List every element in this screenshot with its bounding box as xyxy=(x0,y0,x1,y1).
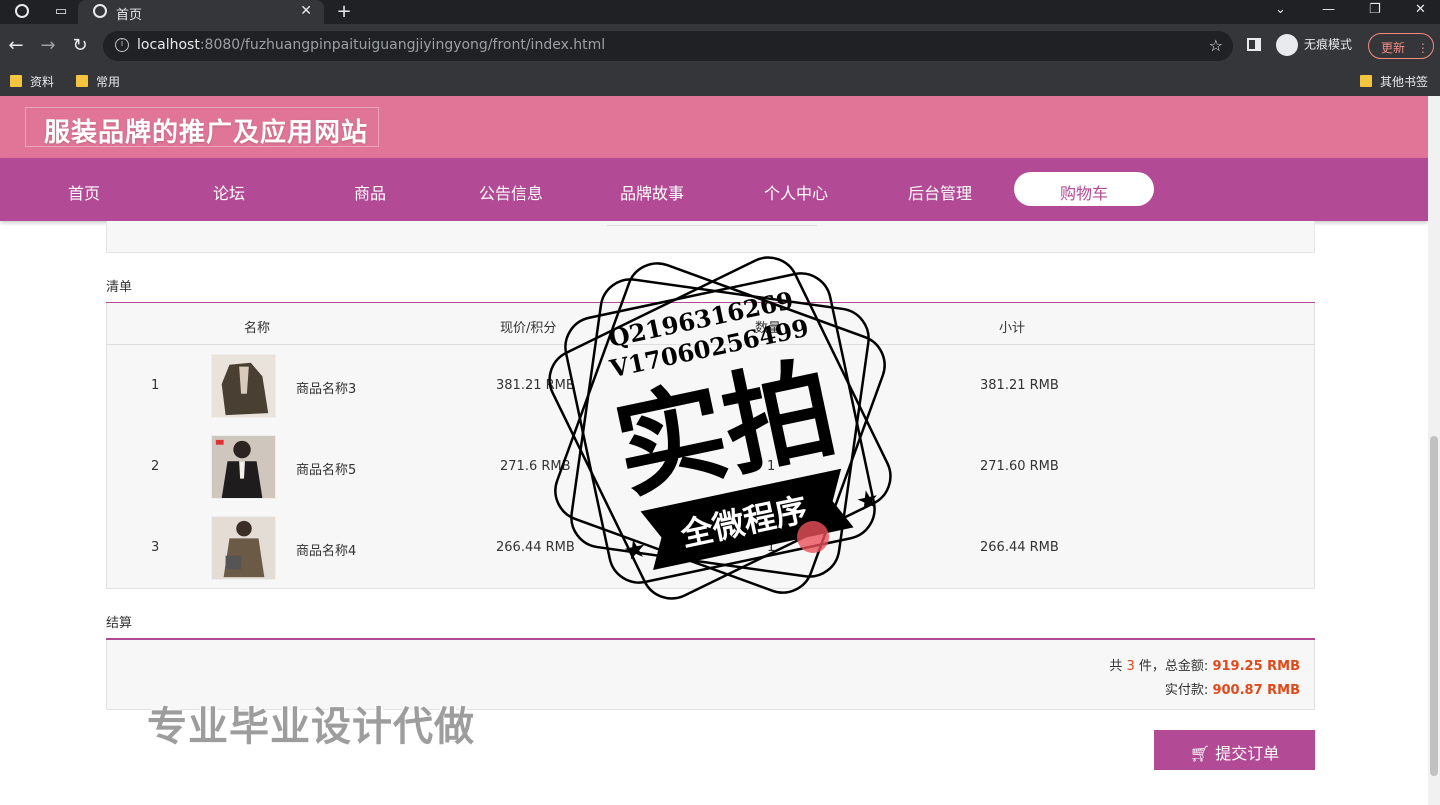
address-panel xyxy=(106,221,1315,253)
close-window-icon[interactable]: ✕ xyxy=(1415,2,1426,17)
cart-icon: 🛒︎ xyxy=(1189,744,1211,763)
product-subtotal: 271.60 RMB xyxy=(980,459,1059,474)
address-input[interactable]: i localhost:8080/fuzhuangpinpaituiguangj… xyxy=(103,31,1233,61)
page-scrollbar[interactable] xyxy=(1428,96,1440,805)
table-row: 3 商品名称4 266.44 RMB 1 266.44 RMB xyxy=(107,508,1314,589)
table-row: 2 商品名称5 271.6 RMB 1 271.60 RMB xyxy=(107,427,1314,508)
total-line: 共 3 件，总金额: 919.25 RMB xyxy=(1109,659,1300,674)
site-title: 服装品牌的推广及应用网站 xyxy=(25,107,379,148)
nav-cart[interactable]: 购物车 xyxy=(1014,172,1154,206)
header-name: 名称 xyxy=(244,321,271,336)
tab-close-icon[interactable]: ✕ xyxy=(300,3,312,19)
browser-toolbar: ← → ↻ i localhost:8080/fuzhuangpinpaitui… xyxy=(0,24,1440,68)
product-thumbnail[interactable] xyxy=(211,516,276,580)
product-price: 266.44 RMB xyxy=(496,540,575,555)
tab-search-icon[interactable]: ▭ xyxy=(52,3,70,21)
browser-tab-strip: ▭ 首页 ✕ + ⌄ — ❐ ✕ xyxy=(0,0,1440,24)
product-name[interactable]: 商品名称3 xyxy=(296,378,356,397)
product-qty[interactable]: 1 xyxy=(767,459,775,474)
header-subtotal: 小计 xyxy=(999,321,1026,336)
page-viewport: 服装品牌的推广及应用网站 首页 论坛 商品 公告信息 品牌故事 个人中心 后台管… xyxy=(0,96,1440,805)
browser-tab-active[interactable]: 首页 ✕ xyxy=(78,0,324,24)
globe-icon[interactable] xyxy=(15,4,29,18)
cart-table: 名称 现价/积分 数量 小计 1 商品名称3 381.21 RMB 381.21… xyxy=(106,303,1315,589)
product-price: 271.6 RMB xyxy=(500,459,571,474)
watermark-text: 专业毕业设计代做 xyxy=(147,704,475,750)
nav-personal-center[interactable]: 个人中心 xyxy=(726,180,866,204)
other-bookmarks[interactable]: 其他书签 xyxy=(1360,73,1428,90)
row-index: 2 xyxy=(151,459,160,474)
incognito-icon xyxy=(1276,34,1298,56)
folder-icon xyxy=(1360,75,1372,87)
url-text: localhost:8080/fuzhuangpinpaituiguangjiy… xyxy=(137,37,606,53)
main-nav: 首页 论坛 商品 公告信息 品牌故事 个人中心 后台管理 购物车 xyxy=(0,158,1428,221)
restore-icon[interactable]: ❐ xyxy=(1369,2,1381,17)
reload-icon[interactable]: ↻ xyxy=(68,34,92,58)
total-amount: 919.25 RMB xyxy=(1212,659,1300,674)
back-icon[interactable]: ← xyxy=(4,34,28,58)
folder-icon xyxy=(10,75,22,87)
settlement-section-label: 结算 xyxy=(106,616,133,631)
update-button[interactable]: 更新 ⋮ xyxy=(1368,33,1434,59)
nav-admin[interactable]: 后台管理 xyxy=(870,180,1010,204)
site-info-icon[interactable]: i xyxy=(115,38,129,52)
product-thumbnail[interactable] xyxy=(211,435,276,499)
item-count: 3 xyxy=(1126,659,1135,674)
row-index: 1 xyxy=(151,378,160,393)
submit-order-button[interactable]: 🛒︎ 提交订单 xyxy=(1154,730,1315,770)
bookmark-star-icon[interactable]: ☆ xyxy=(1209,36,1223,55)
forward-icon[interactable]: → xyxy=(36,34,60,58)
bookmark-folder-2[interactable]: 常用 xyxy=(76,73,120,90)
nav-products[interactable]: 商品 xyxy=(300,180,440,204)
product-thumbnail[interactable] xyxy=(211,354,276,418)
header-qty: 数量 xyxy=(755,321,782,336)
tab-favicon-icon xyxy=(93,4,107,18)
row-index: 3 xyxy=(151,540,160,555)
mouse-cursor-highlight xyxy=(797,521,829,553)
folder-icon xyxy=(76,75,88,87)
tab-dropdown-icon[interactable]: ⌄ xyxy=(1275,2,1286,17)
nav-forum[interactable]: 论坛 xyxy=(159,180,299,204)
bookmarks-bar: 资料 常用 其他书签 xyxy=(0,68,1440,96)
product-subtotal: 266.44 RMB xyxy=(980,540,1059,555)
nav-brand-story[interactable]: 品牌故事 xyxy=(582,180,722,204)
minimize-icon[interactable]: — xyxy=(1322,2,1335,17)
product-name[interactable]: 商品名称5 xyxy=(296,459,356,478)
scrollbar-thumb[interactable] xyxy=(1430,436,1438,776)
new-tab-icon[interactable]: + xyxy=(335,3,353,21)
product-name[interactable]: 商品名称4 xyxy=(296,540,356,559)
nav-announcements[interactable]: 公告信息 xyxy=(441,180,581,204)
site-header: 服装品牌的推广及应用网站 xyxy=(0,96,1428,158)
nav-home[interactable]: 首页 xyxy=(14,180,154,204)
product-qty[interactable]: 1 xyxy=(767,540,775,555)
tab-title: 首页 xyxy=(116,8,143,23)
table-row: 1 商品名称3 381.21 RMB 381.21 RMB xyxy=(107,346,1314,427)
paid-amount: 900.87 RMB xyxy=(1212,683,1300,698)
header-price: 现价/积分 xyxy=(500,321,557,336)
cart-table-header: 名称 现价/积分 数量 小计 xyxy=(107,303,1314,345)
cart-section-label: 清单 xyxy=(106,280,133,295)
side-panel-icon[interactable] xyxy=(1247,38,1261,51)
menu-dots-icon: ⋮ xyxy=(1416,41,1429,55)
product-subtotal: 381.21 RMB xyxy=(980,378,1059,393)
incognito-indicator[interactable]: 无痕模式 xyxy=(1276,34,1352,56)
bookmark-folder-1[interactable]: 资料 xyxy=(10,73,54,90)
paid-line: 实付款: 900.87 RMB xyxy=(1164,683,1300,698)
product-price: 381.21 RMB xyxy=(496,378,575,393)
